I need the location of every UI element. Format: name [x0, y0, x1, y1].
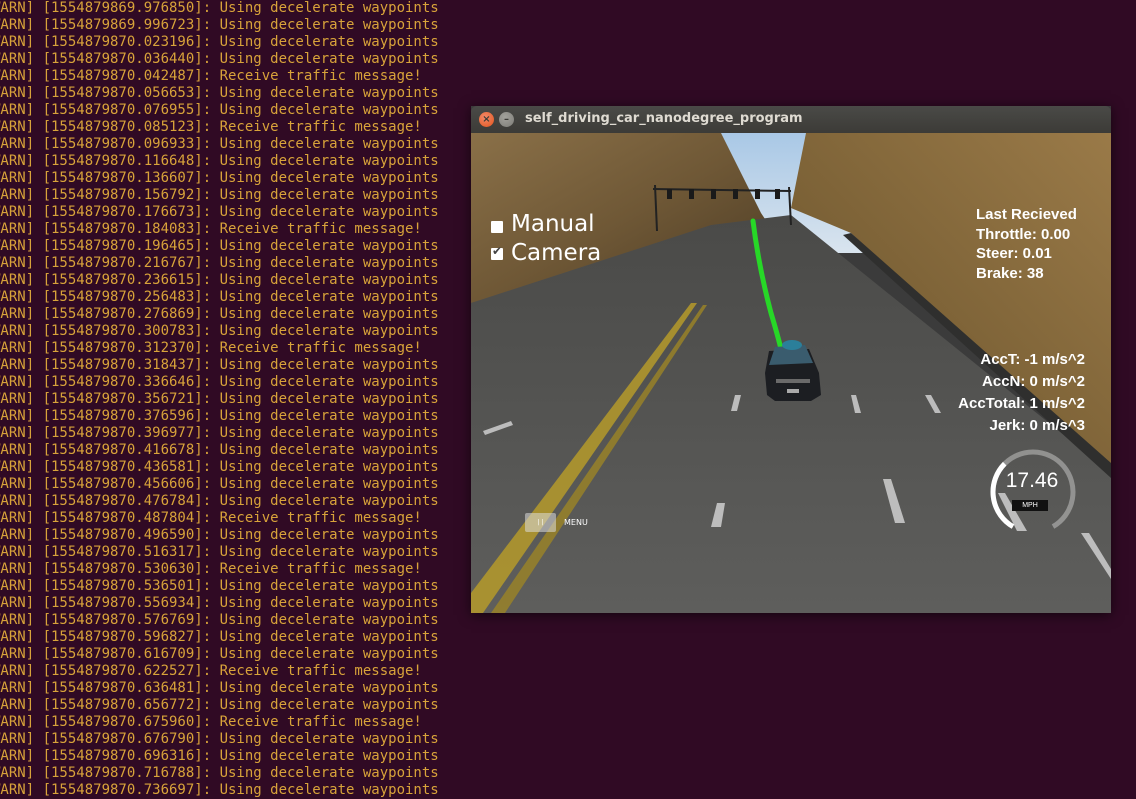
- terminal-line-text: WARN] [1554879870.376596]: Using deceler…: [0, 408, 439, 424]
- terminal-line-text: WARN] [1554879870.076955]: Using deceler…: [0, 102, 439, 118]
- menu-label: MENU: [564, 518, 588, 527]
- close-icon: ×: [482, 114, 491, 125]
- terminal-line: WARN] [1554879870.736697]: Using deceler…: [0, 782, 1136, 799]
- terminal-line-text: WARN] [1554879870.530630]: Receive traff…: [0, 561, 422, 577]
- steer-readout: Steer: 0.01: [976, 245, 1052, 262]
- terminal-line-text: WARN] [1554879870.675960]: Receive traff…: [0, 714, 422, 730]
- close-button[interactable]: ×: [479, 112, 494, 127]
- terminal-line-text: WARN] [1554879870.196465]: Using deceler…: [0, 238, 439, 254]
- terminal-line-text: WARN] [1554879869.996723]: Using deceler…: [0, 17, 439, 33]
- terminal-line: WARN] [1554879869.976850]: Using deceler…: [0, 0, 1136, 17]
- terminal-line-text: WARN] [1554879870.636481]: Using deceler…: [0, 680, 439, 696]
- terminal-line: WARN] [1554879869.996723]: Using deceler…: [0, 17, 1136, 34]
- terminal-line-text: WARN] [1554879870.176673]: Using deceler…: [0, 204, 439, 220]
- terminal-line-text: WARN] [1554879870.622527]: Receive traff…: [0, 663, 422, 679]
- terminal-line-text: WARN] [1554879870.487804]: Receive traff…: [0, 510, 422, 526]
- terminal-line: WARN] [1554879870.036440]: Using deceler…: [0, 51, 1136, 68]
- terminal-line: WARN] [1554879870.576769]: Using deceler…: [0, 612, 1136, 629]
- terminal-line-text: WARN] [1554879870.236615]: Using deceler…: [0, 272, 439, 288]
- terminal-line-text: WARN] [1554879870.256483]: Using deceler…: [0, 289, 439, 305]
- terminal-line-text: WARN] [1554879870.056653]: Using deceler…: [0, 85, 439, 101]
- camera-label: Camera: [511, 240, 602, 266]
- terminal-line-text: WARN] [1554879870.136607]: Using deceler…: [0, 170, 439, 186]
- terminal-line: WARN] [1554879870.636481]: Using deceler…: [0, 680, 1136, 697]
- speed-unit: MPH: [1012, 500, 1048, 511]
- terminal-line-text: WARN] [1554879870.556934]: Using deceler…: [0, 595, 439, 611]
- camera-checkbox[interactable]: ✔: [491, 244, 503, 260]
- terminal-line-text: WARN] [1554879870.716788]: Using deceler…: [0, 765, 439, 781]
- terminal-line-text: WARN] [1554879870.516317]: Using deceler…: [0, 544, 439, 560]
- minimize-button[interactable]: –: [499, 112, 514, 127]
- terminal-line-text: WARN] [1554879870.676790]: Using deceler…: [0, 731, 439, 747]
- acc-total-readout: AccTotal: 1 m/s^2: [958, 395, 1085, 412]
- terminal-line-text: WARN] [1554879870.318437]: Using deceler…: [0, 357, 439, 373]
- terminal-line-text: WARN] [1554879870.496590]: Using deceler…: [0, 527, 439, 543]
- terminal-line-text: WARN] [1554879870.085123]: Receive traff…: [0, 119, 422, 135]
- check-icon: ✔: [492, 244, 503, 258]
- terminal-line-text: WARN] [1554879870.216767]: Using deceler…: [0, 255, 439, 271]
- throttle-readout: Throttle: 0.00: [976, 226, 1071, 243]
- terminal-line-text: WARN] [1554879870.396977]: Using deceler…: [0, 425, 439, 441]
- simulator-window: × – self_driving_car_nanodegree_program: [471, 106, 1111, 613]
- terminal-line-text: WARN] [1554879870.476784]: Using deceler…: [0, 493, 439, 509]
- terminal-line-text: WARN] [1554879870.300783]: Using deceler…: [0, 323, 439, 339]
- title-bar[interactable]: × – self_driving_car_nanodegree_program: [471, 106, 1111, 133]
- acc-t-readout: AccT: -1 m/s^2: [980, 351, 1085, 368]
- terminal-line-text: WARN] [1554879870.736697]: Using deceler…: [0, 782, 439, 798]
- terminal-line-text: WARN] [1554879870.596827]: Using deceler…: [0, 629, 439, 645]
- brake-readout: Brake: 38: [976, 265, 1044, 282]
- terminal-line: WARN] [1554879870.616709]: Using deceler…: [0, 646, 1136, 663]
- terminal-line: WARN] [1554879870.056653]: Using deceler…: [0, 85, 1136, 102]
- jerk-readout: Jerk: 0 m/s^3: [989, 417, 1086, 434]
- terminal-line-text: WARN] [1554879870.116648]: Using deceler…: [0, 153, 439, 169]
- terminal-line-text: WARN] [1554879870.096933]: Using deceler…: [0, 136, 439, 152]
- terminal-line: WARN] [1554879870.696316]: Using deceler…: [0, 748, 1136, 765]
- terminal-line: WARN] [1554879870.622527]: Receive traff…: [0, 663, 1136, 680]
- terminal-line-text: WARN] [1554879870.656772]: Using deceler…: [0, 697, 439, 713]
- acc-n-readout: AccN: 0 m/s^2: [982, 373, 1085, 390]
- manual-checkbox[interactable]: [491, 221, 503, 233]
- terminal-line-text: WARN] [1554879870.536501]: Using deceler…: [0, 578, 439, 594]
- terminal-line-text: WARN] [1554879870.312370]: Receive traff…: [0, 340, 422, 356]
- terminal-line-text: WARN] [1554879870.696316]: Using deceler…: [0, 748, 439, 764]
- terminal-line: WARN] [1554879870.656772]: Using deceler…: [0, 697, 1136, 714]
- terminal-line: WARN] [1554879870.675960]: Receive traff…: [0, 714, 1136, 731]
- minimize-icon: –: [504, 114, 509, 125]
- terminal-line-text: WARN] [1554879870.036440]: Using deceler…: [0, 51, 439, 67]
- terminal-line: WARN] [1554879870.042487]: Receive traff…: [0, 68, 1136, 85]
- terminal-line-text: WARN] [1554879870.436581]: Using deceler…: [0, 459, 439, 475]
- terminal-line-text: WARN] [1554879870.456606]: Using deceler…: [0, 476, 439, 492]
- terminal-line-text: WARN] [1554879870.416678]: Using deceler…: [0, 442, 439, 458]
- terminal-line: WARN] [1554879870.676790]: Using deceler…: [0, 731, 1136, 748]
- last-received-title: Last Recieved: [976, 206, 1077, 223]
- terminal-line-text: WARN] [1554879870.023196]: Using deceler…: [0, 34, 439, 50]
- speed-value: 17.46: [1005, 469, 1059, 492]
- terminal-line-text: WARN] [1554879870.616709]: Using deceler…: [0, 646, 439, 662]
- pause-icon: | |: [537, 519, 544, 526]
- terminal-line-text: WARN] [1554879870.184083]: Receive traff…: [0, 221, 422, 237]
- terminal-line-text: WARN] [1554879870.336646]: Using deceler…: [0, 374, 439, 390]
- terminal-line-text: WARN] [1554879870.576769]: Using deceler…: [0, 612, 439, 628]
- terminal-line-text: WARN] [1554879869.976850]: Using deceler…: [0, 0, 439, 16]
- terminal-line-text: WARN] [1554879870.356721]: Using deceler…: [0, 391, 439, 407]
- terminal-line: WARN] [1554879870.596827]: Using deceler…: [0, 629, 1136, 646]
- terminal-line-text: WARN] [1554879870.276869]: Using deceler…: [0, 306, 439, 322]
- menu-button[interactable]: | |: [525, 513, 556, 532]
- terminal-line: WARN] [1554879870.023196]: Using deceler…: [0, 34, 1136, 51]
- terminal-line-text: WARN] [1554879870.042487]: Receive traff…: [0, 68, 422, 84]
- terminal-line: WARN] [1554879870.716788]: Using deceler…: [0, 765, 1136, 782]
- terminal-line-text: WARN] [1554879870.156792]: Using deceler…: [0, 187, 439, 203]
- simulator-viewport: Manual ✔ Camera Last Recieved Throttle: …: [471, 133, 1111, 613]
- manual-label: Manual: [511, 211, 595, 237]
- window-title: self_driving_car_nanodegree_program: [525, 111, 803, 126]
